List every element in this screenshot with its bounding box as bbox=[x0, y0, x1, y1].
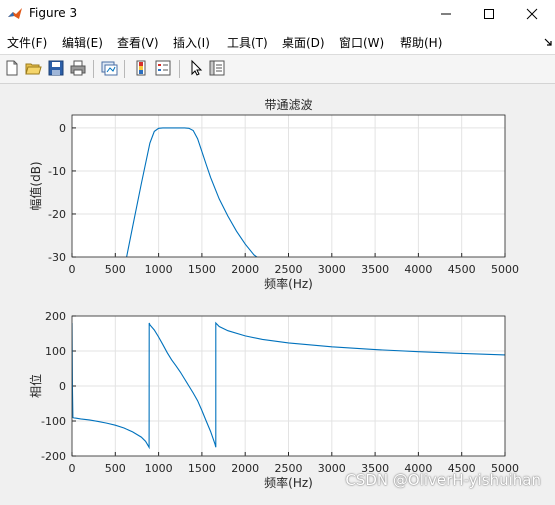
close-button[interactable] bbox=[511, 0, 553, 28]
toolbar-separator bbox=[124, 60, 125, 78]
minimize-icon bbox=[441, 13, 451, 15]
dock-arrow-icon[interactable] bbox=[543, 37, 553, 47]
close-icon bbox=[526, 8, 538, 20]
chart2-x-tick-label: 2500 bbox=[275, 462, 303, 475]
chart1-x-tick-label: 5000 bbox=[491, 263, 519, 276]
chart2-x-tick-label: 2000 bbox=[231, 462, 259, 475]
chart1-x-tick-label: 3000 bbox=[318, 263, 346, 276]
chart2-y-tick-label: 0 bbox=[59, 380, 66, 393]
link-plot-icon[interactable] bbox=[100, 59, 118, 77]
plots-svg: 0 500 1000 1500 2000 2500 3000 3500 4000 4500 5000… bbox=[28, 98, 519, 490]
chart2-y-tick-label: 100 bbox=[45, 345, 66, 358]
chart1-x-tick-label: 2000 bbox=[231, 263, 259, 276]
chart2-x-tick-label: 500 bbox=[105, 462, 126, 475]
chart1-x-tick-label: 1000 bbox=[145, 263, 173, 276]
chart2-y-axis-label: 相位 bbox=[28, 374, 43, 398]
maximize-icon bbox=[484, 9, 494, 19]
colorbar-icon[interactable] bbox=[132, 59, 150, 77]
menu-file[interactable]: 文件(F) bbox=[7, 34, 47, 51]
chart1-x-tick-label: 2500 bbox=[275, 263, 303, 276]
chart2-x-tick-label: 1500 bbox=[188, 462, 216, 475]
open-icon[interactable] bbox=[24, 59, 42, 77]
matlab-logo-icon bbox=[7, 6, 23, 22]
toolbar-separator bbox=[93, 60, 94, 78]
chart1-x-axis-label: 频率(Hz) bbox=[264, 276, 313, 291]
window-title: Figure 3 bbox=[29, 6, 78, 20]
chart1-title: 带通滤波 bbox=[264, 98, 312, 112]
chart1-x-tick-label: 4000 bbox=[404, 263, 432, 276]
chart1-x-tick-label: 500 bbox=[105, 263, 126, 276]
new-figure-icon[interactable] bbox=[3, 59, 21, 77]
chart1-y-tick-label: -10 bbox=[48, 165, 66, 178]
chart2-y-tick-label: 200 bbox=[45, 310, 66, 323]
menu-bar: 文件(F) 编辑(E) 查看(V) 插入(I) 工具(T) 桌面(D) 窗口(W… bbox=[0, 28, 555, 55]
figure-canvas[interactable]: 0 500 1000 1500 2000 2500 3000 3500 4000 4500 5000… bbox=[0, 84, 555, 501]
minimize-button[interactable] bbox=[425, 0, 467, 28]
legend-icon[interactable] bbox=[154, 59, 172, 77]
window-title-bar: Figure 3 bbox=[0, 0, 555, 28]
pointer-icon[interactable] bbox=[187, 59, 205, 77]
chart1-y-axis-label: 幅值(dB) bbox=[28, 161, 43, 210]
print-icon[interactable] bbox=[69, 59, 87, 77]
chart1-y-tick-label: 0 bbox=[59, 122, 66, 135]
chart2-y-tick-label: -100 bbox=[41, 415, 66, 428]
menu-edit[interactable]: 编辑(E) bbox=[62, 34, 103, 51]
watermark-text: CSDN @OliverH-yishuihan bbox=[345, 471, 541, 489]
chart1-y-tick-label: -20 bbox=[48, 208, 66, 221]
chart1-x-tick-label: 4500 bbox=[448, 263, 476, 276]
chart1-x-tick-label: 1500 bbox=[188, 263, 216, 276]
chart1-x-tick-label: 3500 bbox=[361, 263, 389, 276]
menu-window[interactable]: 窗口(W) bbox=[339, 34, 384, 51]
chart1-x-tick-label: 0 bbox=[69, 263, 76, 276]
chart2-y-tick-label: -200 bbox=[41, 450, 66, 463]
property-editor-icon[interactable] bbox=[208, 59, 226, 77]
chart2-x-tick-label: 3000 bbox=[318, 462, 346, 475]
menu-insert[interactable]: 插入(I) bbox=[173, 34, 210, 51]
chart1-y-tick-label: -30 bbox=[48, 251, 66, 264]
menu-desktop[interactable]: 桌面(D) bbox=[282, 34, 325, 51]
save-icon[interactable] bbox=[47, 59, 65, 77]
chart2-x-tick-label: 0 bbox=[69, 462, 76, 475]
chart2-x-tick-label: 1000 bbox=[145, 462, 173, 475]
menu-tools[interactable]: 工具(T) bbox=[227, 34, 268, 51]
chart2-x-axis-label: 频率(Hz) bbox=[264, 475, 313, 490]
toolbar-separator bbox=[179, 60, 180, 78]
menu-help[interactable]: 帮助(H) bbox=[400, 34, 442, 51]
figure-toolbar bbox=[0, 55, 555, 84]
menu-view[interactable]: 查看(V) bbox=[117, 34, 159, 51]
maximize-button[interactable] bbox=[468, 0, 510, 28]
